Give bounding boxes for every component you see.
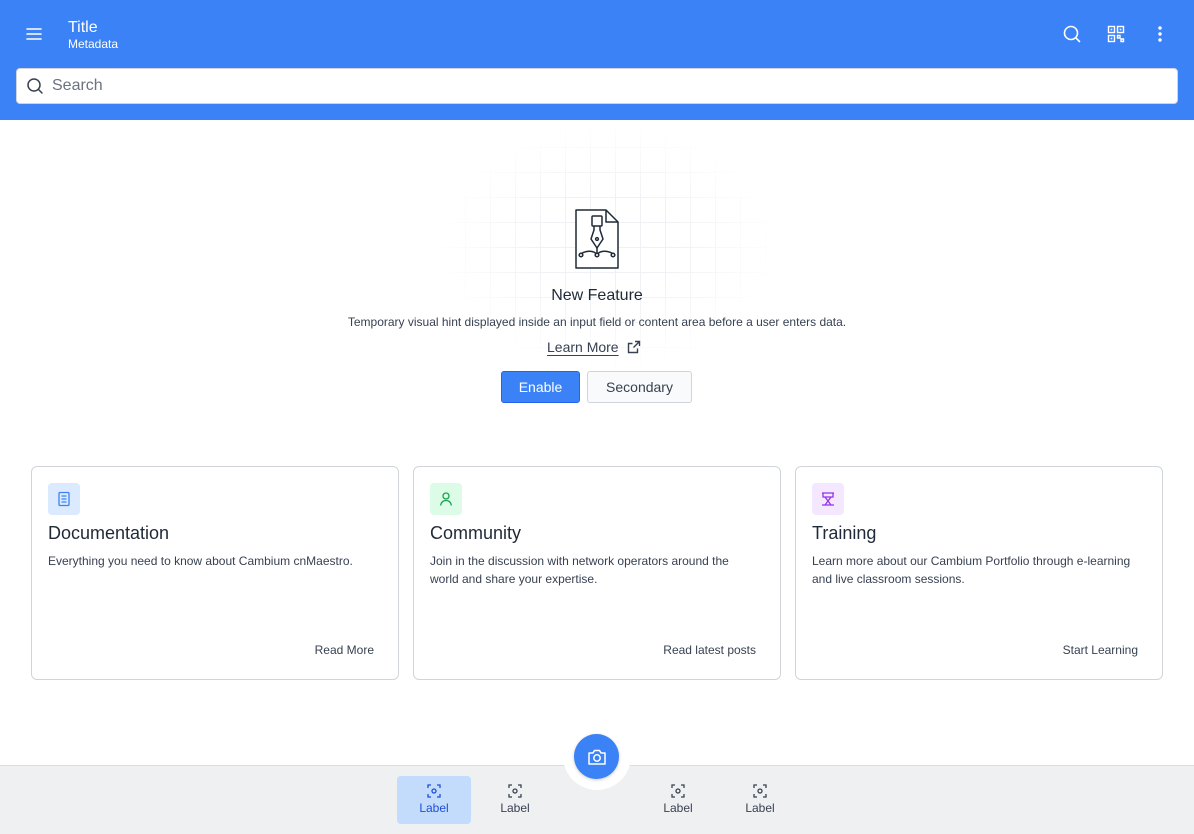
page-title: Title <box>68 19 98 36</box>
focus-icon <box>671 784 685 798</box>
enable-button[interactable]: Enable <box>501 371 580 403</box>
card-description: Join in the discussion with network oper… <box>430 554 729 586</box>
focus-icon <box>427 784 441 798</box>
learn-more-label: Learn More <box>547 339 619 355</box>
app-header: Title Metadata <box>0 0 1194 120</box>
nav-item-3[interactable]: Label <box>641 776 715 824</box>
page-metadata: Metadata <box>68 37 119 51</box>
user-icon <box>430 483 462 515</box>
nav-item-label: Label <box>745 801 775 815</box>
camera-button[interactable] <box>574 734 619 779</box>
external-link-icon <box>627 340 640 354</box>
nav-item-1[interactable]: Label <box>397 776 471 824</box>
search-icon <box>27 78 43 94</box>
card-title: Documentation <box>48 523 170 543</box>
focus-icon <box>753 784 767 798</box>
focus-icon <box>508 784 522 798</box>
secondary-button[interactable]: Secondary <box>587 371 692 403</box>
documentation-card[interactable]: Documentation Everything you need to kno… <box>31 466 399 680</box>
hero-title: New Feature <box>551 287 643 304</box>
search-bar[interactable] <box>16 68 1178 104</box>
community-card[interactable]: Community Join in the discussion with ne… <box>413 466 781 680</box>
learn-more-link[interactable]: Learn More <box>547 339 641 355</box>
nav-item-label: Label <box>663 801 693 815</box>
camera-icon <box>587 749 606 765</box>
nav-item-2[interactable]: Label <box>478 776 552 824</box>
qr-code-icon[interactable] <box>1100 18 1132 50</box>
document-icon <box>48 483 80 515</box>
header-titles: Title Metadata <box>68 19 118 51</box>
training-icon <box>812 483 844 515</box>
card-link[interactable]: Read latest posts <box>663 643 756 657</box>
card-title: Training <box>812 523 877 543</box>
card-description: Learn more about our Cambium Portfolio t… <box>812 554 1131 586</box>
nav-item-label: Label <box>419 801 449 815</box>
nav-item-4[interactable]: Label <box>723 776 797 824</box>
training-card[interactable]: Training Learn more about our Cambium Po… <box>795 466 1163 680</box>
card-title: Community <box>430 523 522 543</box>
card-description: Everything you need to know about Cambiu… <box>48 554 353 568</box>
search-icon[interactable] <box>1056 18 1088 50</box>
card-link[interactable]: Read More <box>315 643 374 657</box>
card-link[interactable]: Start Learning <box>1063 643 1138 657</box>
more-vertical-icon[interactable] <box>1144 18 1176 50</box>
hamburger-menu-icon[interactable] <box>18 18 50 50</box>
search-input[interactable] <box>52 77 1152 95</box>
document-pen-icon <box>573 208 621 270</box>
hero-description: Temporary visual hint displayed inside a… <box>347 315 847 329</box>
nav-item-label: Label <box>500 801 530 815</box>
